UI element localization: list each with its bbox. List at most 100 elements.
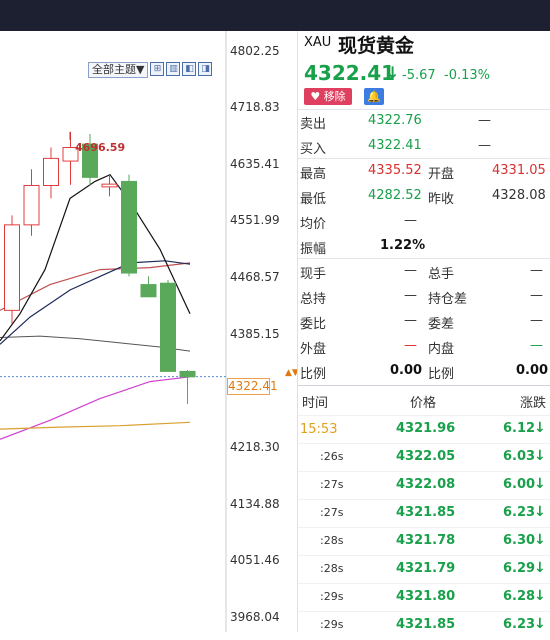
tick-price: 4321.80 <box>396 589 456 604</box>
axis-label: 4802.25 <box>230 44 280 58</box>
avg-value: — <box>404 213 417 228</box>
tick-price: 4321.96 <box>396 421 456 436</box>
tick-price: 4321.79 <box>396 561 456 576</box>
tick-row: :28s 4321.79 6.29 ↓ <box>298 555 550 584</box>
axis-label: 4051.46 <box>230 553 280 567</box>
low-value: 4282.52 <box>368 188 422 203</box>
avg-row: 均价 — <box>298 209 550 234</box>
price-change: -5.67 <box>402 68 436 83</box>
bell-icon: 🔔 <box>367 90 381 103</box>
amplitude-row: 振幅 1.22% <box>298 234 550 259</box>
axis-label: 4385.15 <box>230 327 280 341</box>
down-arrow-icon: ↓ <box>534 532 546 548</box>
weicha-value: — <box>530 313 543 328</box>
buy-label: 买入 <box>300 142 327 157</box>
alert-bell-button[interactable]: 🔔 <box>364 88 384 105</box>
outer-value: — <box>404 338 417 353</box>
open-label: 开盘 <box>428 167 455 182</box>
ratio-row: 比例 0.00 比例 0.00 <box>298 359 550 384</box>
down-arrow-icon: ↓ <box>534 448 546 464</box>
tick-price: 4321.85 <box>396 617 456 632</box>
candle-body <box>140 284 157 298</box>
current-price-tag: 4322.41 <box>227 378 278 395</box>
down-arrow-icon: ↓ <box>386 63 400 82</box>
tick-time: 15:53 <box>300 422 338 437</box>
tick-row: 15:53 4321.96 6.12 ↓ <box>298 415 550 444</box>
price-header[interactable]: 价格 <box>410 392 436 411</box>
ma120-line <box>0 421 191 430</box>
low-label: 最低 <box>300 192 327 207</box>
quote-panel: XAU 现货黄金 4322.41 ↓ -5.67 -0.13% ♥ 移除 🔔 卖… <box>297 31 550 632</box>
buy-row: 买入 4322.41 — <box>298 134 550 159</box>
inner-label: 内盘 <box>428 342 455 357</box>
tick-time: :28s <box>320 562 344 575</box>
inner-value: — <box>530 338 543 353</box>
candle-body <box>4 224 20 311</box>
grid-icon[interactable]: ⊞ <box>150 62 165 76</box>
tick-change: 6.00 <box>503 477 536 492</box>
amplitude-label: 振幅 <box>300 242 327 257</box>
buy-volume: — <box>478 138 491 153</box>
tick-change: 6.29 <box>503 561 536 576</box>
tick-row: :28s 4321.78 6.30 ↓ <box>298 527 550 556</box>
hold-diff-value: — <box>530 288 543 303</box>
total-hand-label: 总手 <box>428 267 455 282</box>
next-icon[interactable]: ◨ <box>198 62 213 76</box>
weibi-label: 委比 <box>300 317 327 332</box>
total-hold-label: 总持 <box>300 292 327 307</box>
tick-price: 4321.85 <box>396 505 456 520</box>
tick-price: 4321.78 <box>396 533 456 548</box>
buy-price: 4322.41 <box>368 138 422 153</box>
remove-label: 移除 <box>323 90 346 103</box>
tick-row: :27s 4322.08 6.00 ↓ <box>298 471 550 500</box>
tick-row: :26s 4322.05 6.03 ↓ <box>298 443 550 472</box>
wei-row: 委比 — 委差 — <box>298 309 550 334</box>
disk-row: 外盘 — 内盘 — <box>298 334 550 359</box>
sell-price: 4322.76 <box>368 113 422 128</box>
amplitude-value: 1.22% <box>380 238 426 253</box>
layout-icon[interactable]: ▥ <box>166 62 181 76</box>
tick-time: :26s <box>320 450 344 463</box>
theme-dropdown[interactable]: 全部主题▼ <box>88 62 149 78</box>
prev-close-label: 昨收 <box>428 192 455 207</box>
down-arrow-icon: ↓ <box>534 420 546 436</box>
down-arrow-icon: ↓ <box>534 588 546 604</box>
top-bar <box>0 0 550 32</box>
tick-time: :27s <box>320 478 344 491</box>
axis-label: 4551.99 <box>230 213 280 227</box>
candle-body <box>179 370 196 378</box>
remove-watchlist-button[interactable]: ♥ 移除 <box>304 88 352 105</box>
heart-icon: ♥ <box>310 90 321 103</box>
sell-label: 卖出 <box>300 117 327 132</box>
axis-label: 4468.57 <box>230 270 280 284</box>
down-arrow-icon: ↓ <box>534 504 546 520</box>
high-marker-label: 4696.59 <box>75 141 126 154</box>
tick-change: 6.30 <box>503 533 536 548</box>
last-price: 4322.41 <box>304 61 396 85</box>
axis-label: 4134.88 <box>230 497 280 511</box>
tick-time: :28s <box>320 534 344 547</box>
tick-time: :27s <box>320 506 344 519</box>
low-prev-row: 最低 4282.52 昨收 4328.08 <box>298 184 550 209</box>
tick-row: :27s 4321.85 6.23 ↓ <box>298 499 550 528</box>
time-header[interactable]: 时间 <box>302 392 328 411</box>
tick-change: 6.23 <box>503 617 536 632</box>
kline-chart[interactable]: 全部主题▼ ⊞ ▥ ◧ ◨ 4802.25 4718.83 4635.41 45… <box>0 31 299 632</box>
instrument-name: 现货黄金 <box>338 35 415 57</box>
tick-price: 4322.08 <box>396 477 456 492</box>
down-arrow-icon: ↓ <box>534 560 546 576</box>
tick-change: 6.23 <box>503 505 536 520</box>
tick-time: :29s <box>320 618 344 631</box>
hold-diff-label: 持仓差 <box>428 292 468 307</box>
axis-label: 4218.30 <box>230 440 280 454</box>
prev-close-value: 4328.08 <box>492 188 546 203</box>
open-value: 4331.05 <box>492 163 546 178</box>
candle-body <box>121 180 137 274</box>
prev-icon[interactable]: ◧ <box>182 62 197 76</box>
change-header[interactable]: 涨跌 <box>520 392 546 411</box>
sell-volume: — <box>478 113 491 128</box>
tick-row: :29s 4321.85 6.23 ↓ <box>298 611 550 640</box>
axis-label: 4718.83 <box>230 100 280 114</box>
hand-row: 现手 — 总手 — <box>298 259 550 284</box>
weicha-label: 委差 <box>428 317 455 332</box>
